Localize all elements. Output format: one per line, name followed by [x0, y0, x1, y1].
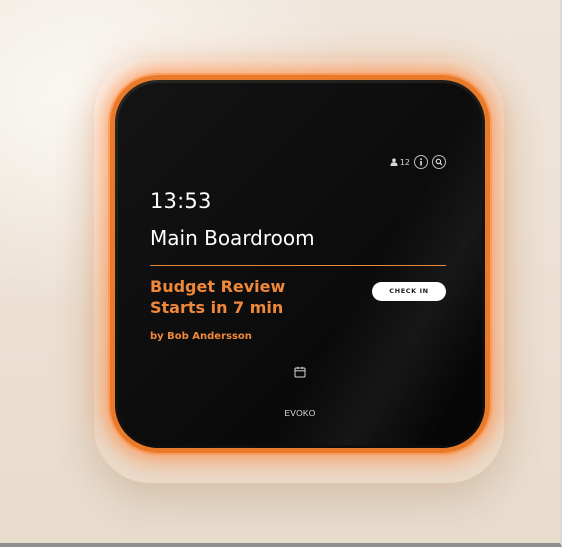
meeting-start-time: Starts in 7 min — [150, 298, 284, 317]
search-icon — [435, 158, 443, 166]
info-button[interactable] — [414, 155, 428, 169]
touch-screen: 12 13:53 Main Boardroom Budget Review St… — [118, 83, 482, 445]
divider — [150, 265, 446, 266]
search-button[interactable] — [432, 155, 446, 169]
check-in-button[interactable]: CHECK IN — [372, 282, 446, 301]
room-name: Main Boardroom — [150, 226, 315, 250]
person-icon — [390, 158, 398, 166]
occupancy-count: 12 — [399, 157, 410, 167]
info-icon — [418, 158, 424, 166]
status-bar: 12 — [390, 155, 446, 169]
current-time: 13:53 — [150, 189, 212, 213]
screen-glare — [238, 83, 482, 445]
calendar-button[interactable] — [294, 366, 306, 378]
brand-logo: EVOKO — [284, 408, 316, 418]
calendar-icon — [294, 366, 306, 378]
meeting-title: Budget Review — [150, 277, 286, 296]
room-booking-panel: 12 13:53 Main Boardroom Budget Review St… — [110, 75, 490, 453]
occupancy-indicator: 12 — [390, 158, 410, 167]
meeting-organizer: by Bob Andersson — [150, 331, 252, 342]
